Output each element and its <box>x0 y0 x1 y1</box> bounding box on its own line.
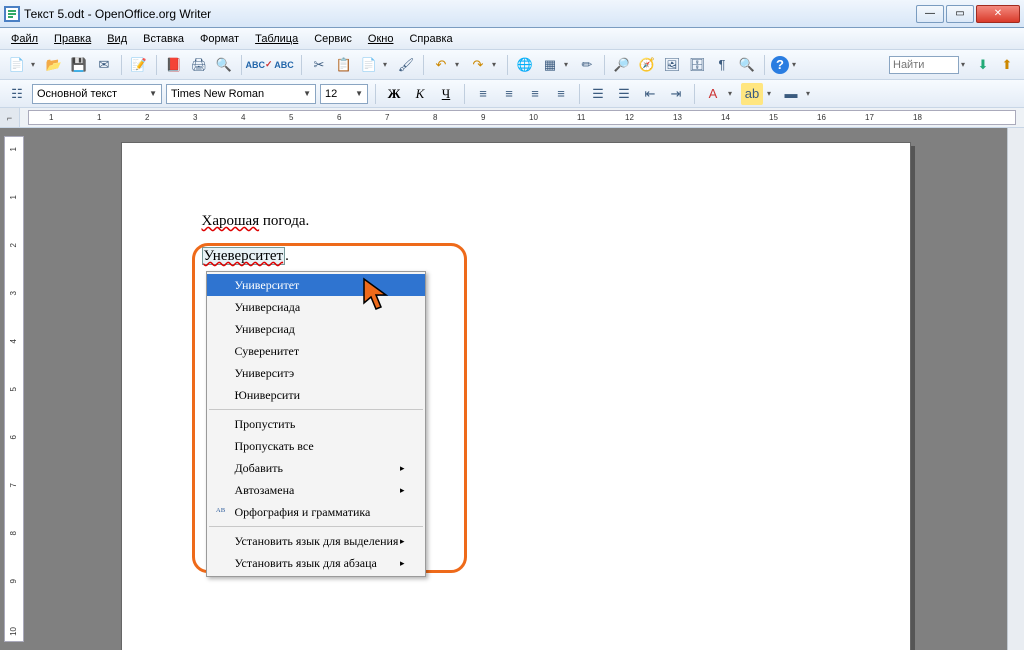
align-justify-button[interactable]: ≡ <box>550 83 572 105</box>
misspelled-word-2[interactable]: Уневерситет <box>202 247 286 265</box>
find-toolbar: ▾ ⬇ ⬆ <box>889 54 1018 76</box>
find-prev-button[interactable]: ⬆ <box>996 54 1018 76</box>
ignore-all-item[interactable]: Пропускать все <box>207 435 425 457</box>
bullets-button[interactable]: ☰ <box>613 83 635 105</box>
spelling-grammar-item[interactable]: ᴬᴮОрфография и грамматика <box>207 501 425 523</box>
align-left-button[interactable]: ≡ <box>472 83 494 105</box>
vertical-ruler[interactable]: 112345678910 <box>4 136 24 642</box>
suggestion-item[interactable]: Юниверсити <box>207 384 425 406</box>
maximize-button[interactable]: ▭ <box>946 5 974 23</box>
indent-inc-button[interactable]: ⇥ <box>665 83 687 105</box>
spellcheck-context-menu: Университет Универсиада Универсиад Сувер… <box>206 271 426 577</box>
ignore-once-item[interactable]: Пропустить <box>207 413 425 435</box>
menu-table[interactable]: Таблица <box>248 31 305 47</box>
copy-button[interactable]: 📋 <box>333 54 355 76</box>
suggestion-item[interactable]: Суверенитет <box>207 340 425 362</box>
menu-window[interactable]: Окно <box>361 31 401 47</box>
spellcheck-icon: ᴬᴮ <box>213 506 229 518</box>
set-lang-paragraph-item[interactable]: Установить язык для абзаца▸ <box>207 552 425 574</box>
set-lang-selection-item[interactable]: Установить язык для выделения▸ <box>207 530 425 552</box>
menu-file[interactable]: Файл <box>4 31 45 47</box>
font-color-button[interactable]: A <box>702 83 724 105</box>
open-button[interactable]: 📂 <box>43 54 65 76</box>
highlight-button[interactable]: ab <box>741 83 763 105</box>
paragraph-1[interactable]: Харошая погода. <box>202 213 830 230</box>
cut-button[interactable]: ✂ <box>308 54 330 76</box>
print-button[interactable]: 🖨 <box>188 54 210 76</box>
menu-tools[interactable]: Сервис <box>307 31 359 47</box>
add-to-dict-item[interactable]: Добавить▸ <box>207 457 425 479</box>
close-button[interactable]: ✕ <box>976 5 1020 23</box>
zoom-button[interactable]: 🔍 <box>736 54 758 76</box>
suggestion-item[interactable]: Университет <box>207 274 425 296</box>
vertical-scrollbar[interactable] <box>1007 128 1024 650</box>
formatting-toolbar: ☷ Основной текст▼ Times New Roman▼ 12▼ Ж… <box>0 80 1024 108</box>
paste-button[interactable]: 📄 <box>358 54 380 76</box>
font-size-combo[interactable]: 12▼ <box>320 84 368 104</box>
menu-help[interactable]: Справка <box>402 31 459 47</box>
navigator-button[interactable]: 🧭 <box>636 54 658 76</box>
menu-view[interactable]: Вид <box>100 31 134 47</box>
align-right-button[interactable]: ≡ <box>524 83 546 105</box>
find-input[interactable] <box>889 56 959 74</box>
datasources-button[interactable]: 🗄 <box>686 54 708 76</box>
edit-doc-button[interactable]: 📝 <box>128 54 150 76</box>
app-icon <box>4 6 20 22</box>
misspelled-word-1[interactable]: Харошая <box>202 213 260 229</box>
suggestion-item[interactable]: Универсиада <box>207 296 425 318</box>
indent-dec-button[interactable]: ⇤ <box>639 83 661 105</box>
autospell-button[interactable]: ABC <box>273 54 295 76</box>
save-button[interactable]: 💾 <box>68 54 90 76</box>
align-center-button[interactable]: ≡ <box>498 83 520 105</box>
email-button[interactable]: ✉ <box>93 54 115 76</box>
suggestion-item[interactable]: Универсиад <box>207 318 425 340</box>
ruler-row: ⌐ 1123456789101112131415161718 <box>0 108 1024 128</box>
menu-edit[interactable]: Правка <box>47 31 98 47</box>
ruler-corner: ⌐ <box>0 108 20 127</box>
gallery-button[interactable]: 🖼 <box>661 54 683 76</box>
autocorrect-item[interactable]: Автозамена▸ <box>207 479 425 501</box>
bold-button[interactable]: Ж <box>383 84 405 104</box>
preview-button[interactable]: 🔍 <box>213 54 235 76</box>
paragraph-style-combo[interactable]: Основной текст▼ <box>32 84 162 104</box>
italic-button[interactable]: К <box>409 84 431 104</box>
font-name-combo[interactable]: Times New Roman▼ <box>166 84 316 104</box>
hyperlink-button[interactable]: 🌐 <box>514 54 536 76</box>
styles-window-button[interactable]: ☷ <box>6 83 28 105</box>
document-page[interactable]: Харошая погода. Уневерситет. Университет… <box>121 142 911 650</box>
minimize-button[interactable]: — <box>916 5 944 23</box>
show-draw-button[interactable]: ✏ <box>576 54 598 76</box>
spellcheck-button[interactable]: ABC✓ <box>248 54 270 76</box>
nonprinting-button[interactable]: ¶ <box>711 54 733 76</box>
redo-button[interactable]: ↷ <box>467 54 489 76</box>
underline-button[interactable]: Ч <box>435 84 457 104</box>
numbering-button[interactable]: ☰ <box>587 83 609 105</box>
find-next-button[interactable]: ⬇ <box>972 54 994 76</box>
standard-toolbar: 📄▾ 📂 💾 ✉ 📝 📕 🖨 🔍 ABC✓ ABC ✂ 📋 📄▾ 🖌 ↶▾ ↷▾… <box>0 50 1024 80</box>
titlebar: Текст 5.odt - OpenOffice.org Writer — ▭ … <box>0 0 1024 28</box>
format-paint-button[interactable]: 🖌 <box>395 54 417 76</box>
menubar: Файл Правка Вид Вставка Формат Таблица С… <box>0 28 1024 50</box>
window-title: Текст 5.odt - OpenOffice.org Writer <box>24 7 916 21</box>
menu-format[interactable]: Формат <box>193 31 246 47</box>
paragraph-2[interactable]: Уневерситет. <box>202 248 830 265</box>
new-doc-button[interactable]: 📄 <box>6 54 28 76</box>
export-pdf-button[interactable]: 📕 <box>163 54 185 76</box>
work-area: 112345678910 Харошая погода. Уневерситет… <box>0 128 1024 650</box>
horizontal-ruler[interactable]: 1123456789101112131415161718 <box>28 110 1016 125</box>
find-replace-button[interactable]: 🔎 <box>611 54 633 76</box>
document-scroll[interactable]: Харошая погода. Уневерситет. Университет… <box>24 128 1007 650</box>
bgcolor-button[interactable]: ▬ <box>780 83 802 105</box>
help-button[interactable]: ? <box>771 56 789 74</box>
table-button[interactable]: ▦ <box>539 54 561 76</box>
menu-insert[interactable]: Вставка <box>136 31 191 47</box>
suggestion-item[interactable]: Университэ <box>207 362 425 384</box>
undo-button[interactable]: ↶ <box>430 54 452 76</box>
